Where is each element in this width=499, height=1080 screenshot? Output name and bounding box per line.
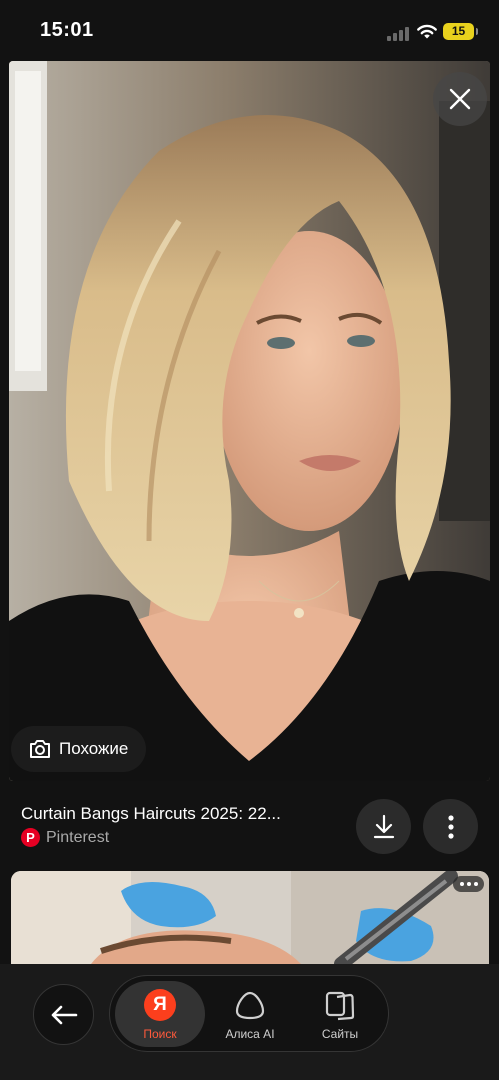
alice-icon (233, 989, 267, 1021)
download-button[interactable] (356, 799, 411, 854)
arrow-left-icon (51, 1005, 77, 1024)
nav-group: Я Поиск Алиса AI Сайты (109, 975, 389, 1052)
nav-item-alice-label: Алиса AI (225, 1027, 275, 1041)
image-source[interactable]: P Pinterest (21, 828, 109, 847)
main-photo[interactable] (9, 61, 490, 781)
close-button[interactable] (433, 72, 487, 126)
similar-label: Похожие (59, 739, 129, 758)
more-options-button[interactable] (423, 799, 478, 854)
status-time: 15:01 (40, 19, 94, 41)
portrait-image (9, 61, 490, 781)
more-horizontal-icon[interactable] (453, 876, 484, 892)
download-icon (373, 814, 394, 838)
close-icon (449, 88, 471, 110)
sites-icon (323, 989, 357, 1021)
nav-item-sites-label: Сайты (321, 1027, 359, 1041)
nav-item-alice[interactable]: Алиса AI (205, 981, 295, 1047)
camera-lens-icon (30, 740, 50, 758)
similar-images-button[interactable]: Похожие (11, 726, 147, 772)
image-title[interactable]: Curtain Bangs Haircuts 2025: 22... (21, 804, 341, 824)
pinterest-icon: P (21, 828, 40, 847)
signal-icon (387, 27, 411, 41)
status-bar: 15:01 15 (0, 0, 499, 60)
next-result-card[interactable] (11, 871, 489, 964)
more-vertical-icon (447, 814, 454, 839)
battery-indicator: 15 (443, 23, 478, 40)
nav-item-sites[interactable]: Сайты (295, 981, 385, 1047)
yandex-icon: Я (144, 989, 176, 1021)
nav-item-search[interactable]: Я Поиск (115, 981, 205, 1047)
source-label: Pinterest (46, 828, 110, 846)
next-result-image (11, 871, 489, 964)
back-button[interactable] (33, 984, 94, 1045)
wifi-icon (417, 24, 437, 39)
nav-item-search-label: Поиск (143, 1027, 177, 1041)
